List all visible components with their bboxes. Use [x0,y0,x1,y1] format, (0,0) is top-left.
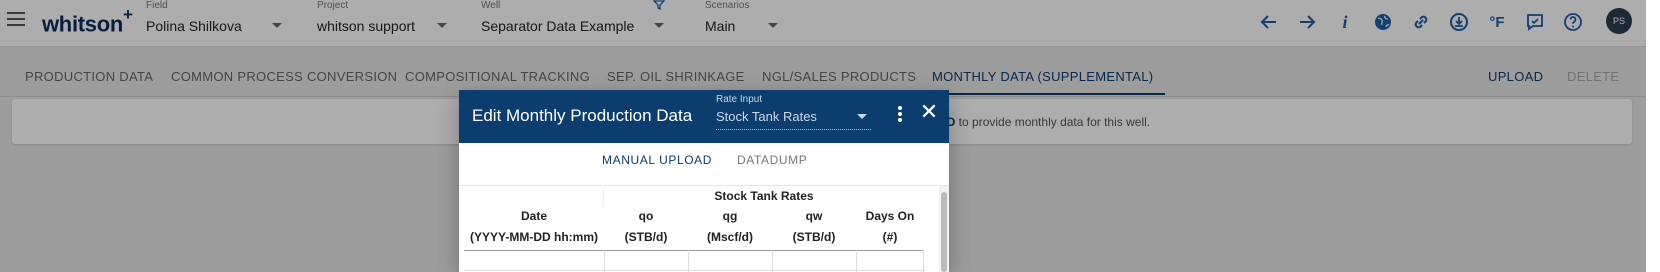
tab-manual-upload[interactable]: MANUAL UPLOAD [602,153,712,167]
col-rule [772,250,773,272]
column-unit-qw: (STB/d) [792,230,836,244]
rate-input-value: Stock Tank Rates [716,109,817,124]
dialog-title: Edit Monthly Production Data [472,106,693,125]
group-header: Stock Tank Rates [714,189,814,203]
page-edge [1646,0,1660,272]
dialog-header: Edit Monthly Production Data Rate Input … [459,90,949,143]
column-header-days-on: Days On [865,209,915,223]
column-unit-date: (YYYY-MM-DD hh:mm) [470,230,598,244]
header-bottom-rule [464,250,924,251]
monthly-data-table: Stock Tank Rates Date (YYYY-MM-DD hh:mm)… [464,186,924,272]
col-rule [604,250,605,272]
table-scrollbar[interactable] [939,186,949,272]
chevron-down-icon [857,114,867,119]
column-header-qg: qg [722,209,738,223]
col-rule [923,250,924,272]
row-rule [464,270,924,271]
column-header-qw: qw [805,209,823,223]
column-header-qo: qo [638,209,654,223]
column-unit-days-on: (#) [882,230,898,244]
col-rule [856,250,857,272]
rate-input-select[interactable]: Stock Tank Rates [716,104,871,130]
more-options-icon[interactable] [895,104,905,126]
column-unit-qg: (Mscf/d) [707,230,753,244]
edit-monthly-production-dialog: Edit Monthly Production Data Rate Input … [459,90,949,272]
column-header-date: Date [520,209,547,223]
col-rule [688,250,689,272]
scrollbar-thumb[interactable] [941,192,947,272]
column-unit-qo: (STB/d) [624,230,668,244]
table-corner-cell [464,188,604,206]
tab-datadump[interactable]: DATADUMP [737,153,807,167]
close-icon[interactable]: ✕ [918,101,940,123]
